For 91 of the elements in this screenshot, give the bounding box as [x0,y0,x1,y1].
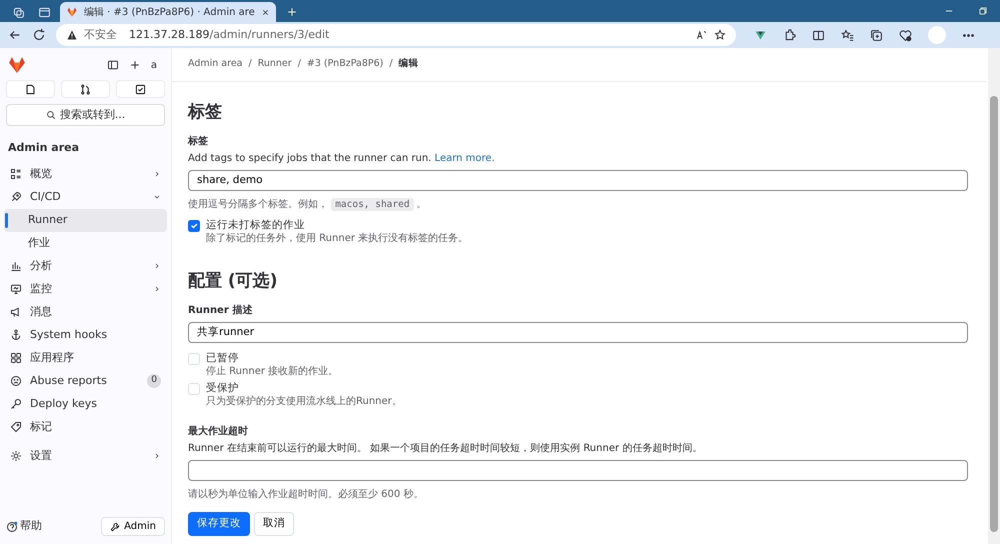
back-icon[interactable] [8,28,22,42]
key-icon [10,398,22,410]
todo-button[interactable] [116,80,165,98]
checkbox-label: 已暂停 [206,350,240,366]
breadcrumb-separator: / [248,57,252,72]
nav-item[interactable]: Deploy keys [4,392,167,416]
section-heading: Admin area [7,140,80,156]
nav-item[interactable]: 消息 [4,300,167,324]
issues-button[interactable] [6,80,55,98]
security-label: 不安全 [84,26,117,43]
learn-more-link[interactable]: Learn more. [434,152,495,164]
avatar-image[interactable]: a [150,58,163,72]
tab-strip-icon[interactable] [38,6,50,18]
nav-item[interactable]: 监控 [4,278,167,300]
nav-item[interactable]: 分析 [4,254,167,278]
admin-button[interactable]: Admin [101,517,165,536]
hint-text: 请以秒为单位输入作业超时时间。必须至少 600 秒。 [188,488,424,502]
merge-request-button[interactable] [61,80,110,98]
breadcrumb-link[interactable]: #3 (PnBzPa8P6) [306,57,384,72]
workspaces-icon[interactable] [12,6,24,18]
address-bar[interactable]: 不安全 121.37.28.189/admin/runners/3/edit [56,24,736,46]
tags-input-field[interactable]: share, demo [188,170,968,190]
breadcrumb-link[interactable]: Runner [258,57,292,72]
merge-request-icon [80,84,91,94]
field-label: Runner 描述 [188,304,254,318]
tag-icon [10,421,22,433]
read-aloud-icon[interactable] [696,29,708,41]
search-icon [46,110,56,120]
v-logo-icon[interactable] [754,28,767,42]
nav-item[interactable]: 应用程序 [4,346,167,370]
nav-item[interactable]: 概览 [4,162,167,186]
performance-icon[interactable] [899,28,912,42]
help-icon [6,520,18,532]
fox-logo-icon [66,6,78,18]
nav-item[interactable]: 作业 [4,232,167,254]
collections-icon[interactable] [870,28,883,42]
section-title: 配置 (可选) [188,270,278,294]
bar-chart-icon [10,260,22,272]
todo-icon [135,84,146,94]
close-icon[interactable] [260,8,270,16]
url-text: 121.37.28.189/admin/runners/3/edit [129,26,330,43]
nav-item[interactable]: Runner [4,208,167,232]
help-text: Add tags to specify jobs that the runner can run. Learn more. [188,152,496,166]
apps-icon [10,352,22,364]
breadcrumb-separator: / [298,57,301,72]
reload-icon[interactable] [32,28,46,42]
rocket-icon [10,191,22,203]
monitor-icon [10,283,22,295]
count-badge: 0 [147,374,161,388]
checkbox[interactable] [188,220,200,232]
checkbox-description: 停止 Runner 接收新的作业。 [206,365,338,379]
help-link[interactable]: 帮助 [6,518,42,535]
nav-item[interactable]: 设置 [4,444,167,468]
split-screen-icon[interactable] [812,28,825,42]
breadcrumb-link[interactable]: 编辑 [398,57,419,72]
save-button[interactable]: 保存更改 [188,512,250,536]
checkbox-description: 只为受保护的分支使用流水线上的Runner。 [206,394,402,408]
nav-item[interactable]: CI/CD [4,186,167,208]
star-icon[interactable] [714,29,726,41]
field-label: 最大作业超时 [188,424,249,440]
checkbox-label: 受保护 [206,380,240,395]
description-input-field[interactable]: 共享runner [188,322,968,343]
section-title: 标签 [188,101,223,124]
help-text: Runner 在结束前可以运行的最大时间。 如果一个项目的任务超时时间较短，则使用实例 Runner 的任务超时时间。 [188,442,704,456]
field-label: 标签 [188,134,209,148]
warning-icon [66,29,78,41]
wrench-icon [110,522,120,532]
settings-icon [10,450,22,462]
plus-icon[interactable] [128,59,141,71]
cancel-button[interactable]: 取消 [254,512,294,536]
nav-item[interactable]: System hooks [4,324,167,346]
hint-text: 使用逗号分隔多个标签。例如， macos, shared 。 [188,196,428,212]
face-icon [10,375,22,387]
nav-item[interactable]: Abuse reports 0 [4,370,167,392]
fox-logo-icon[interactable] [8,56,26,74]
anchor-icon [10,329,22,341]
timeout-input-field[interactable] [188,460,968,482]
extensions-icon[interactable] [783,28,796,42]
favorites-icon[interactable] [841,28,854,42]
issues-icon [25,84,36,94]
browser-tab[interactable]: 编辑 · #3 (PnBzPa8P6) · Admin are [60,2,276,22]
checkbox-label: 运行未打标签的作业 [206,218,306,232]
nav-item[interactable]: 标记 [4,416,167,438]
grid-icon [10,168,22,180]
new-tab-icon[interactable] [286,6,298,18]
sidebar-toggle-icon[interactable] [106,59,119,71]
checkbox-description: 除了标记的任务外，使用 Runner 来执行没有标签的任务。 [206,232,468,246]
breadcrumb-link[interactable]: Admin area [188,57,242,72]
breadcrumb-separator: / [389,57,393,72]
restore-icon[interactable] [978,6,988,16]
search-field[interactable]: 搜索或转到... [6,104,165,126]
